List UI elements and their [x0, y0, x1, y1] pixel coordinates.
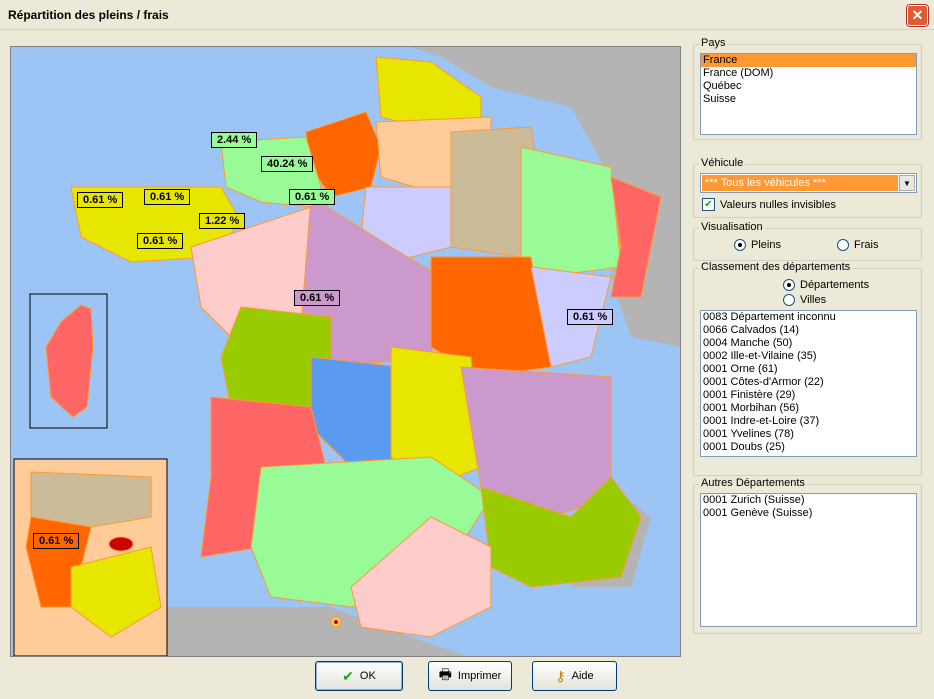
radio-villes-label: Villes	[800, 294, 827, 306]
list-item[interactable]: 0001 Doubs (25)	[701, 441, 916, 454]
list-item[interactable]: 0001 Genève (Suisse)	[701, 507, 916, 520]
window-title: Répartition des pleins / frais	[8, 8, 169, 22]
radio-frais-label: Frais	[854, 239, 879, 251]
classement-title: Classement des départements	[699, 261, 853, 273]
vehicule-group: Véhicule *** Tous les véhicules *** ▼ ✔ …	[693, 157, 922, 218]
autres-group: Autres Départements 0001 Zurich (Suisse)…	[693, 477, 922, 634]
pct-label-yvelines: 0.61 %	[294, 290, 341, 306]
title-bar: Répartition des pleins / frais ✕	[0, 0, 934, 30]
pays-group: Pays France France (DOM) Québec Suisse	[693, 37, 922, 140]
classement-list[interactable]: 0083 Département inconnu 0066 Calvados (…	[700, 310, 917, 457]
printer-icon: 🖶	[438, 666, 452, 682]
radio-departements[interactable]: Départements	[783, 279, 869, 291]
radio-departements-label: Départements	[800, 279, 870, 291]
radio-villes[interactable]: Villes	[783, 294, 826, 306]
null-invisible-checkbox[interactable]: ✔ Valeurs nulles invisibles	[702, 198, 836, 211]
print-button[interactable]: 🖶 Imprimer	[428, 661, 512, 691]
radio-pleins-dot[interactable]	[734, 239, 746, 251]
help-label: Aide	[571, 670, 594, 682]
visualisation-group: Visualisation Pleins Frais	[693, 221, 922, 261]
radio-pleins[interactable]: Pleins	[734, 239, 781, 251]
list-item[interactable]: 0001 Morbihan (56)	[701, 402, 916, 415]
pays-item-quebec[interactable]: Québec	[701, 80, 916, 93]
pct-label-manche: 2.44 %	[211, 132, 258, 148]
print-label: Imprimer	[457, 670, 502, 682]
list-item[interactable]: 0001 Côtes-d'Armor (22)	[701, 376, 916, 389]
region-limousin	[310, 356, 402, 468]
visualisation-title: Visualisation	[699, 221, 765, 233]
list-item[interactable]: 0004 Manche (50)	[701, 337, 916, 350]
list-item[interactable]: 0001 Indre-et-Loire (37)	[701, 415, 916, 428]
pct-label-doubs: 0.61 %	[567, 309, 614, 325]
list-item[interactable]: 0001 Yvelines (78)	[701, 428, 916, 441]
classement-group: Classement des départements Départements…	[693, 261, 922, 476]
help-button[interactable]: ⚷ Aide	[532, 661, 617, 691]
pct-label-paris-inset: 0.61 %	[33, 533, 80, 549]
ok-label: OK	[359, 670, 376, 682]
vehicule-title: Véhicule	[699, 157, 746, 169]
pct-label-orne: 0.61 %	[289, 189, 336, 205]
list-item[interactable]: 0001 Orne (61)	[701, 363, 916, 376]
list-item[interactable]: 0001 Finistère (29)	[701, 389, 916, 402]
radio-villes-dot[interactable]	[783, 294, 795, 306]
list-item[interactable]: 0001 Zurich (Suisse)	[701, 494, 916, 507]
close-button[interactable]: ✕	[907, 5, 928, 26]
pct-label-morbihan: 0.61 %	[137, 233, 184, 249]
autres-list[interactable]: 0001 Zurich (Suisse) 0001 Genève (Suisse…	[700, 493, 917, 627]
france-map-panel[interactable]: 2.44 % 40.24 % 0.61 % 0.61 % 0.61 % 1.22…	[10, 46, 681, 657]
close-icon: ✕	[911, 7, 924, 23]
pct-label-calvados: 40.24 %	[261, 156, 314, 172]
checkbox-box[interactable]: ✔	[702, 198, 715, 211]
radio-pleins-label: Pleins	[751, 239, 781, 251]
pays-item-suisse[interactable]: Suisse	[701, 93, 916, 106]
list-item[interactable]: 0066 Calvados (14)	[701, 324, 916, 337]
ok-button[interactable]: ✔ OK	[315, 661, 403, 691]
radio-departements-dot[interactable]	[783, 279, 795, 291]
pays-item-france-dom[interactable]: France (DOM)	[701, 67, 916, 80]
autres-title: Autres Départements	[699, 477, 807, 489]
check-icon: ✔	[342, 667, 354, 684]
pct-label-cotes-armor: 0.61 %	[144, 189, 191, 205]
pays-item-france[interactable]: France	[701, 54, 916, 67]
pct-label-finistere: 0.61 %	[77, 192, 124, 208]
pays-list[interactable]: France France (DOM) Québec Suisse	[700, 53, 917, 135]
list-item[interactable]: 0083 Département inconnu	[701, 311, 916, 324]
chevron-down-icon[interactable]: ▼	[899, 175, 915, 191]
help-key-icon: ⚷	[555, 667, 566, 684]
radio-frais-dot[interactable]	[837, 239, 849, 251]
radio-frais[interactable]: Frais	[837, 239, 878, 251]
null-invisible-label: Valeurs nulles invisibles	[720, 198, 836, 211]
list-item[interactable]: 0002 Ille-et-Vilaine (35)	[701, 350, 916, 363]
pays-title: Pays	[699, 37, 728, 49]
pct-label-ille-et-vilaine: 1.22 %	[199, 213, 246, 229]
france-map[interactable]	[11, 47, 681, 657]
region-lorraine	[520, 146, 622, 278]
vehicule-select[interactable]: *** Tous les véhicules *** ▼	[700, 173, 917, 193]
vehicule-selected-value: *** Tous les véhicules ***	[702, 175, 898, 191]
